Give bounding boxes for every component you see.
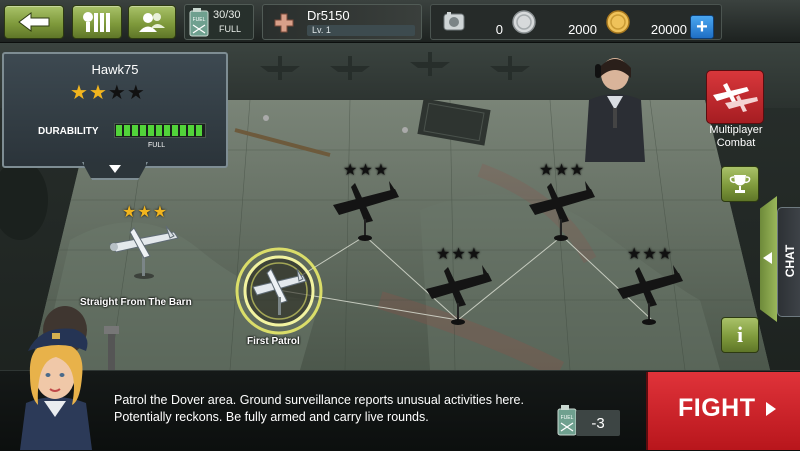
medic-cross-icon (274, 13, 294, 33)
missions-list-icon (83, 12, 110, 32)
missions-button[interactable] (72, 5, 122, 39)
achievements-button[interactable] (721, 166, 759, 202)
mission-locked-plane[interactable] (609, 259, 689, 329)
chat-label: CHAT (783, 244, 797, 278)
mission-locked-plane[interactable] (325, 175, 405, 245)
mission-description: Patrol the Dover area. Ground surveillan… (114, 393, 524, 424)
silver-value: 2000 (568, 22, 597, 37)
mission-selected-plane[interactable] (233, 245, 325, 337)
player-level: Lv. 1 (312, 25, 331, 35)
gold-coin-icon (606, 10, 630, 34)
player-name: Dr5150 (307, 8, 350, 23)
mission-stars: ★★★ (122, 202, 168, 222)
silver-coin-icon (512, 10, 536, 34)
durability-bar (114, 123, 206, 138)
profile-button[interactable] (128, 5, 176, 39)
durability-label: DURABILITY (38, 126, 99, 137)
fuel-state: FULL (219, 24, 242, 34)
mission-locked-plane[interactable] (418, 259, 498, 329)
player-info[interactable]: Dr5150 Lv. 1 (262, 4, 422, 40)
mission-locked-plane[interactable] (521, 175, 601, 245)
chevron-down-icon (109, 165, 121, 173)
info-icon: i (736, 322, 744, 347)
trophy-icon (729, 175, 751, 193)
top-bar: FUEL 30/30 FULL Dr5150 Lv. 1 0 2000 2000… (0, 0, 800, 43)
pilot-portrait (20, 328, 92, 450)
fuel-indicator[interactable]: FUEL 30/30 FULL (184, 4, 254, 40)
pilots-icon (139, 13, 165, 32)
plane-name: Hawk75 (91, 62, 139, 77)
star-icon: ★ (152, 204, 169, 221)
mission-label: First Patrol (247, 336, 300, 347)
fight-label: FIGHT (678, 394, 756, 422)
back-button[interactable] (4, 5, 64, 39)
svg-text:FUEL: FUEL (193, 17, 206, 23)
multiplayer-label: Multiplayer Combat (709, 124, 763, 149)
star-icon: ★ (122, 204, 138, 221)
fuel-cost-value: -3 (591, 415, 605, 432)
durability-fill (116, 125, 204, 136)
back-arrow-icon (18, 12, 50, 32)
plane-rating: ★★★★ (70, 80, 146, 105)
panel-collapse-button[interactable] (82, 162, 148, 180)
chat-tab-frame (760, 196, 777, 322)
planes-icon (713, 83, 758, 112)
chevron-left-icon (763, 252, 772, 264)
officer-character (585, 58, 645, 162)
player-level-bar: Lv. 1 (307, 25, 415, 36)
currency-panel: 0 2000 20000 (430, 4, 722, 40)
add-currency-button[interactable]: + (690, 15, 714, 39)
fight-button[interactable]: FIGHT (646, 372, 800, 450)
fuel-can-icon: FUEL (189, 8, 209, 37)
fuel-cost: FUEL -3 (556, 404, 624, 438)
chat-tab[interactable]: CHAT (777, 207, 800, 317)
multiplayer-combat-button[interactable] (706, 70, 764, 124)
fuel-can-icon: FUEL (557, 405, 577, 436)
star-empty-icon: ★ (107, 82, 127, 104)
gold-value: 20000 (650, 22, 687, 37)
svg-text:FUEL: FUEL (561, 415, 574, 421)
parts-value: 0 (495, 22, 503, 37)
plane-info-panel: Hawk75 ★★★★ DURABILITY FULL (2, 52, 228, 168)
fuel-value: 30/30 (213, 9, 241, 21)
mission-completed-plane[interactable] (104, 222, 184, 282)
star-icon: ★ (137, 204, 153, 221)
info-button[interactable]: i (721, 317, 759, 353)
star-filled-icon: ★ (88, 82, 108, 104)
durability-state: FULL (148, 142, 166, 149)
star-empty-icon: ★ (126, 82, 146, 104)
play-arrow-icon (766, 402, 776, 416)
star-filled-icon: ★ (70, 82, 89, 104)
